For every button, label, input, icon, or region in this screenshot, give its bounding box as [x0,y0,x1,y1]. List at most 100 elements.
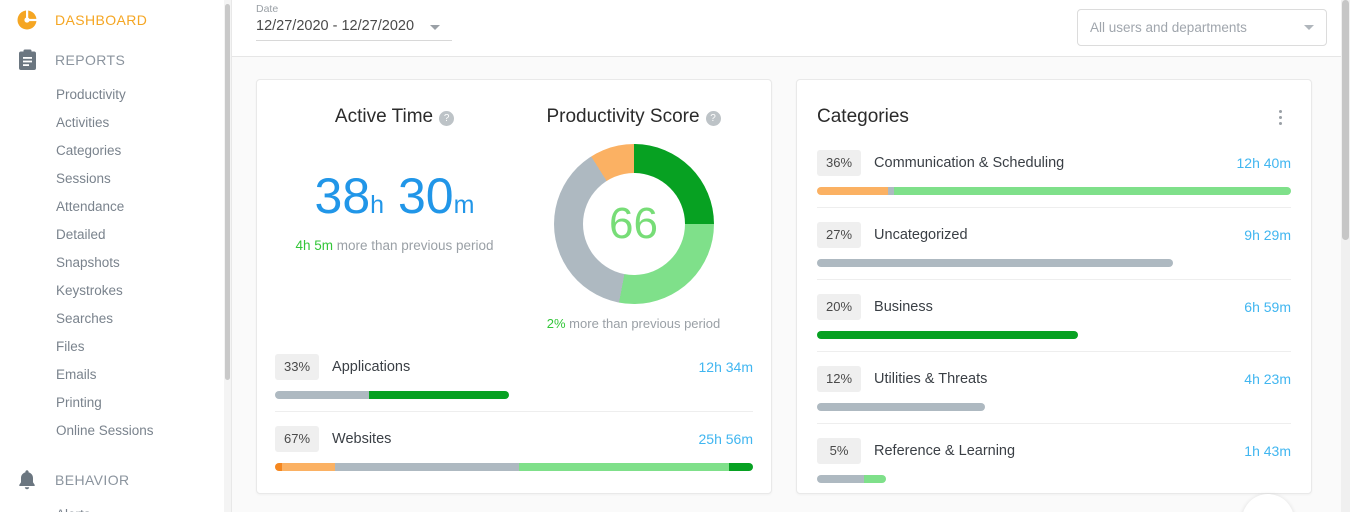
metric-duration[interactable]: 9h 29m [1244,227,1291,243]
percent-badge: 67% [275,426,320,452]
sidebar-item-reports[interactable]: REPORTS [0,40,231,80]
percent-badge: 33% [275,354,320,380]
metric-head: 20% Business 6h 59m [817,294,1291,320]
activity-metric-list: 33% Applications 12h 34m 67% Websites 25h 56m [275,354,753,471]
active-time-delta: 4h 5m more than previous period [275,237,514,255]
date-range-picker[interactable]: Date 12/27/2020 - 12/27/2020 [256,2,452,41]
percent-badge: 20% [817,294,862,320]
active-time-header: Active Time ? [275,106,514,128]
metric-head: 67% Websites 25h 56m [275,426,753,452]
sidebar-item-alerts[interactable]: Alerts [0,500,231,512]
metric-label: Communication & Scheduling [874,155,1065,171]
productivity-score-value: 66 [609,199,658,248]
sidebar-item-activities[interactable]: Activities [0,108,231,136]
sidebar-item-files[interactable]: Files [0,332,231,360]
progress-segment [863,475,886,483]
donut-center: 66 [582,173,685,275]
productivity-score-panel: 66 2% more than previous period [514,128,753,331]
help-icon[interactable]: ? [705,111,721,126]
category-row: 5% Reference & Learning 1h 43m [817,423,1291,483]
metric-label: Reference & Learning [874,443,1016,459]
active-time-card: Active Time ? Productivity Score ? 38h 3… [256,79,772,494]
sidebar-scrollbar-thumb[interactable] [225,4,230,380]
progress-segment [893,187,1291,195]
productivity-score-delta: 2% more than previous period [514,316,753,331]
categories-list: 36% Communication & Scheduling 12h 40m 27% U… [817,150,1291,483]
activity-metric-row: 33% Applications 12h 34m [275,354,753,399]
date-range-value: 12/27/2020 - 12/27/2020 [256,18,415,34]
clipboard-icon [13,46,41,74]
sidebar-item-productivity[interactable]: Productivity [0,80,231,108]
productivity-delta-value: 2% [546,316,566,331]
progress-segment [275,463,283,471]
progress-segment [817,403,986,411]
metric-head: 5% Reference & Learning 1h 43m [817,438,1291,464]
metric-progress-bar [817,403,986,411]
sidebar-item-attendance[interactable]: Attendance [0,192,231,220]
productivity-score-header: Productivity Score ? [514,106,753,128]
chevron-down-icon [430,25,441,30]
sidebar-item-sessions[interactable]: Sessions [0,164,231,192]
progress-segment [275,391,369,399]
main-content: Date 12/27/2020 - 12/27/2020 All users a… [232,0,1350,512]
productivity-score-title: Productivity Score [546,106,700,127]
help-fab-button[interactable] [1242,494,1294,512]
percent-badge: 12% [817,366,862,392]
progress-segment [729,463,753,471]
active-time-delta-value: 4h 5m [295,238,333,253]
progress-segment [334,463,519,471]
metric-progress-bar [817,331,1078,339]
metric-label: Websites [332,431,392,447]
categories-header: Categories [817,80,1291,128]
sidebar-item-label: BEHAVIOR [55,472,130,488]
metric-duration[interactable]: 12h 34m [699,359,753,375]
metric-progress-bar [275,463,753,471]
metric-progress-bar [275,391,510,399]
metric-duration[interactable]: 1h 43m [1244,443,1291,459]
date-range-control[interactable]: 12/27/2020 - 12/27/2020 [256,16,452,41]
app-root: DASHBOARD REPORTS Productivity Activitie… [0,0,1350,512]
sidebar-scrollbar[interactable] [224,0,231,512]
category-row: 36% Communication & Scheduling 12h 40m [817,150,1291,195]
date-range-label: Date [256,3,279,15]
metric-progress-bar [817,187,1291,195]
active-time-minutes: 30 [397,168,454,224]
progress-segment [817,331,1078,339]
metric-duration[interactable]: 6h 59m [1244,299,1291,315]
sidebar-item-dashboard[interactable]: DASHBOARD [0,0,231,40]
users-departments-select[interactable]: All users and departments [1077,9,1327,46]
metric-label: Utilities & Threats [874,371,988,387]
sidebar-item-keystrokes[interactable]: Keystrokes [0,276,231,304]
progress-segment [817,475,864,483]
page-scrollbar[interactable] [1341,0,1350,512]
active-time-value: 38h 30m [275,170,514,231]
metric-duration[interactable]: 4h 23m [1244,371,1291,387]
progress-segment [368,391,510,399]
metric-label: Uncategorized [874,227,968,243]
category-row: 27% Uncategorized 9h 29m [817,207,1291,267]
help-icon[interactable]: ? [439,111,455,126]
dashboard-cards: Active Time ? Productivity Score ? 38h 3… [232,57,1350,494]
chevron-down-icon [1304,25,1314,30]
pie-chart-icon [13,6,41,34]
progress-segment [817,187,889,195]
sidebar-item-behavior[interactable]: BEHAVIOR [0,460,231,500]
sidebar-item-detailed[interactable]: Detailed [0,220,231,248]
sidebar-item-snapshots[interactable]: Snapshots [0,248,231,276]
metric-duration[interactable]: 12h 40m [1237,155,1291,171]
sidebar-item-emails[interactable]: Emails [0,360,231,388]
metric-progress-bar [817,475,886,483]
page-scrollbar-thumb[interactable] [1342,0,1349,240]
sidebar-item-searches[interactable]: Searches [0,304,231,332]
metric-label: Business [874,299,933,315]
sidebar-item-online-sessions[interactable]: Online Sessions [0,416,231,444]
productivity-delta-text: more than previous period [565,316,721,331]
kebab-menu-icon[interactable] [1269,106,1291,128]
metric-duration[interactable]: 25h 56m [699,431,753,447]
metric-head: 36% Communication & Scheduling 12h 40m [817,150,1291,176]
category-row: 12% Utilities & Threats 4h 23m [817,351,1291,411]
sidebar-item-categories[interactable]: Categories [0,136,231,164]
active-time-title: Active Time [334,106,434,127]
sidebar-item-printing[interactable]: Printing [0,388,231,416]
percent-badge: 36% [817,150,862,176]
